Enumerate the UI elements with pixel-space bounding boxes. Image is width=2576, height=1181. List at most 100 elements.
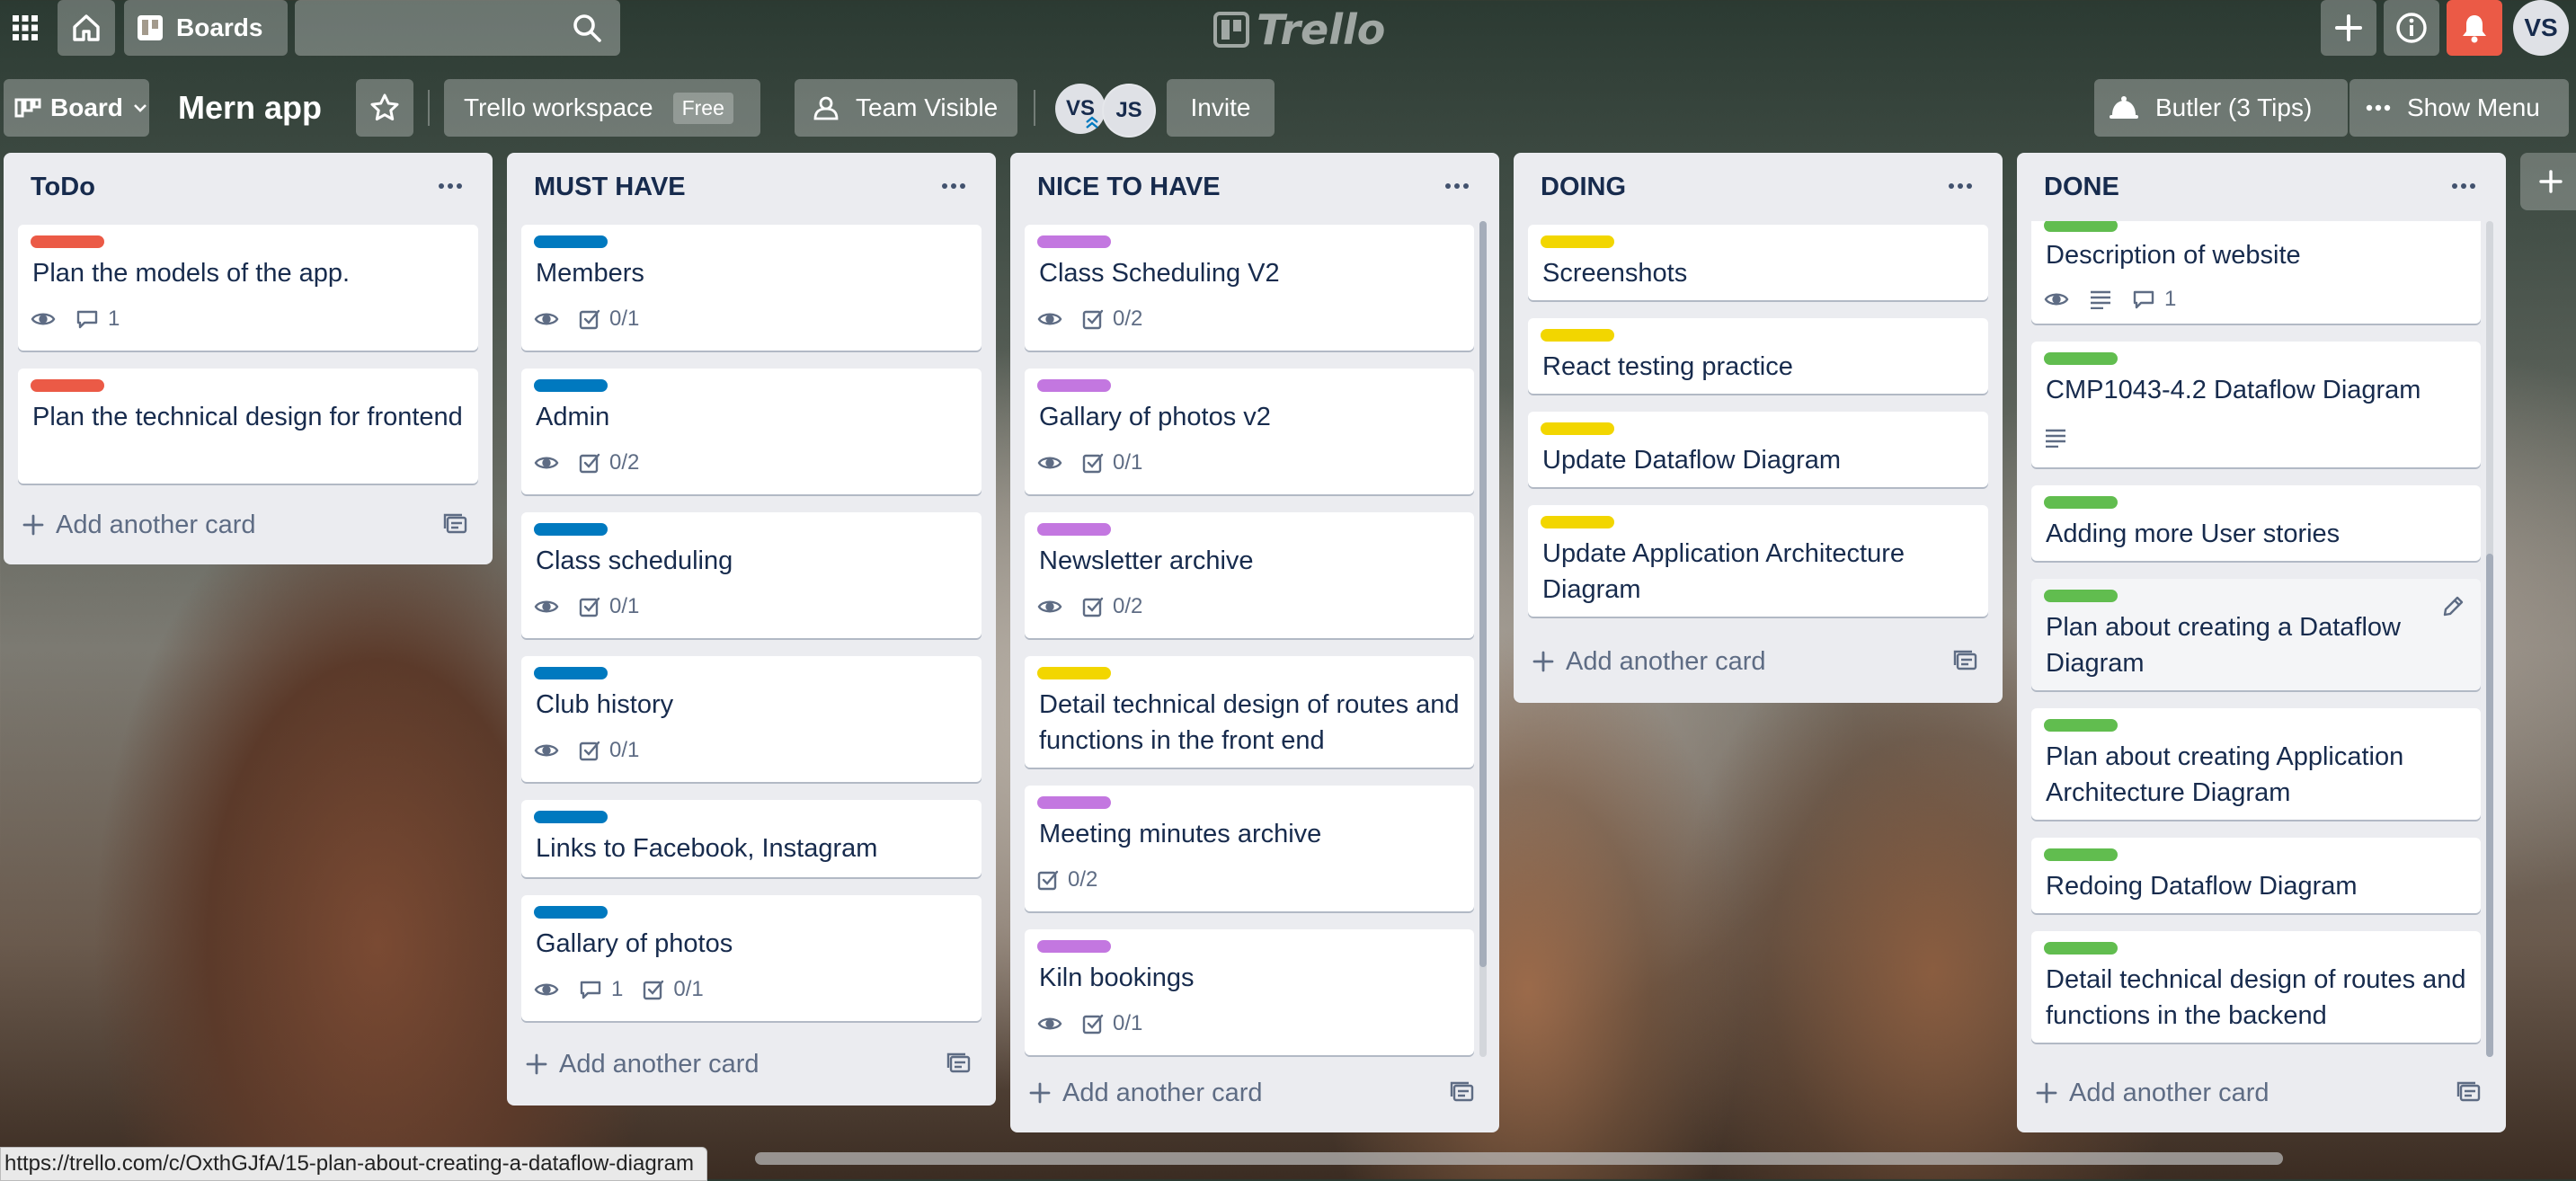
list-scrollbar-thumb[interactable] — [2486, 554, 2493, 1057]
notifications-button[interactable] — [2447, 0, 2502, 56]
list-scrollbar[interactable] — [2486, 221, 2493, 1057]
list-menu-button[interactable] — [940, 173, 976, 200]
list-scrollbar[interactable] — [1479, 221, 1487, 1057]
card[interactable]: Admin 0/2 — [521, 369, 982, 494]
card[interactable]: Detail technical design of routes and fu… — [1025, 656, 1474, 768]
card-label[interactable] — [1037, 940, 1111, 953]
card-template-button[interactable] — [1449, 1079, 1478, 1107]
card-label[interactable] — [31, 235, 104, 248]
search-input[interactable] — [295, 0, 581, 58]
user-avatar[interactable]: VS — [2513, 0, 2569, 56]
add-card-button[interactable]: Add another card — [525, 1041, 759, 1088]
list-menu-button[interactable] — [437, 173, 473, 200]
list-title[interactable]: ToDo — [31, 173, 95, 202]
card-label[interactable] — [2044, 496, 2118, 509]
card-title: Plan the models of the app. — [32, 259, 351, 288]
star-board-button[interactable] — [356, 79, 413, 137]
add-list-button[interactable] — [2520, 153, 2576, 210]
card-label[interactable] — [2044, 848, 2118, 861]
add-card-button[interactable]: Add another card — [1028, 1070, 1262, 1116]
butler-button[interactable]: Butler (3 Tips) — [2094, 79, 2348, 137]
card[interactable]: Adding more User stories — [2031, 485, 2481, 561]
list-title[interactable]: MUST HAVE — [534, 173, 686, 202]
card-label[interactable] — [534, 523, 608, 536]
list-menu-button[interactable] — [1443, 173, 1479, 200]
list-title[interactable]: DONE — [2044, 173, 2119, 202]
boards-button[interactable]: Boards — [124, 0, 288, 56]
card-label[interactable] — [2044, 221, 2118, 232]
show-menu-button[interactable]: Show Menu — [2349, 79, 2569, 137]
board-view-switcher[interactable]: Board — [4, 79, 149, 137]
edit-pencil-icon[interactable] — [2441, 595, 2465, 618]
card-template-button[interactable] — [946, 1050, 974, 1079]
board-title[interactable]: Mern app — [178, 83, 322, 133]
card[interactable]: Class scheduling 0/1 — [521, 512, 982, 638]
apps-grid-button[interactable] — [2, 0, 49, 56]
card-badges: 0/2 — [1037, 865, 1097, 895]
card[interactable]: Members 0/1 — [521, 225, 982, 351]
card-label[interactable] — [2044, 942, 2118, 955]
card[interactable]: Redoing Dataflow Diagram — [2031, 838, 2481, 913]
card[interactable]: React testing practice — [1528, 318, 1988, 394]
card-label[interactable] — [1037, 379, 1111, 392]
card[interactable]: Plan the technical design for frontend — [18, 369, 478, 484]
card-label[interactable] — [534, 811, 608, 823]
card[interactable]: Screenshots — [1528, 225, 1988, 300]
add-card-button[interactable]: Add another card — [1532, 638, 1765, 685]
board-horizontal-scrollbar[interactable] — [755, 1152, 2283, 1165]
card[interactable]: Detail technical design of routes and fu… — [2031, 931, 2481, 1043]
card-label[interactable] — [1541, 422, 1614, 435]
card-label[interactable] — [31, 379, 104, 392]
card[interactable]: Meeting minutes archive 0/2 — [1025, 786, 1474, 911]
list-menu-button[interactable] — [1947, 173, 1983, 200]
watch-eye-icon — [31, 310, 56, 328]
list-title[interactable]: DOING — [1541, 173, 1626, 202]
list-scrollbar-thumb[interactable] — [1479, 221, 1487, 967]
invite-button[interactable]: Invite — [1167, 79, 1275, 137]
visibility-button[interactable]: Team Visible — [795, 79, 1017, 137]
card[interactable]: Links to Facebook, Instagram — [521, 800, 982, 877]
card[interactable]: Newsletter archive 0/2 — [1025, 512, 1474, 638]
card-label[interactable] — [2044, 590, 2118, 602]
card[interactable]: Gallary of photos v2 0/1 — [1025, 369, 1474, 494]
checklist-count: 0/2 — [1068, 867, 1098, 892]
member-avatar-js[interactable]: JS — [1102, 84, 1156, 138]
card[interactable]: Gallary of photos 1 0/1 — [521, 895, 982, 1021]
info-button[interactable] — [2384, 0, 2439, 56]
workspace-button[interactable]: Trello workspace Free — [444, 79, 760, 137]
card-label[interactable] — [1541, 329, 1614, 342]
card-label[interactable] — [1037, 523, 1111, 536]
card[interactable]: Update Application Architecture Diagram — [1528, 505, 1988, 617]
card[interactable]: Description of website 1 — [2031, 221, 2481, 324]
card-label[interactable] — [534, 235, 608, 248]
list-menu-button[interactable] — [2450, 173, 2486, 200]
search-field[interactable] — [295, 0, 620, 58]
trello-logo[interactable]: Trello — [1213, 4, 1385, 56]
card-label[interactable] — [2044, 719, 2118, 732]
card-label[interactable] — [534, 379, 608, 392]
card-label[interactable] — [1541, 235, 1614, 248]
card-label[interactable] — [1037, 796, 1111, 809]
card-label[interactable] — [1037, 667, 1111, 679]
card-template-button[interactable] — [442, 511, 471, 539]
card[interactable]: Update Dataflow Diagram — [1528, 412, 1988, 487]
card-label[interactable] — [1541, 516, 1614, 528]
card-label[interactable] — [534, 667, 608, 679]
home-button[interactable] — [58, 0, 115, 56]
card[interactable]: Plan the models of the app. 1 — [18, 225, 478, 351]
card[interactable]: Club history 0/1 — [521, 656, 982, 782]
card-label[interactable] — [534, 906, 608, 919]
card[interactable]: CMP1043-4.2 Dataflow Diagram — [2031, 342, 2481, 467]
create-button[interactable] — [2321, 0, 2376, 56]
list-title[interactable]: NICE TO HAVE — [1037, 173, 1221, 202]
card-label[interactable] — [2044, 352, 2118, 365]
card-hovered[interactable]: Plan about creating a Dataflow Diagram — [2031, 579, 2481, 690]
add-card-button[interactable]: Add another card — [2035, 1070, 2269, 1116]
add-card-button[interactable]: Add another card — [22, 502, 255, 548]
card-template-button[interactable] — [1952, 647, 1981, 676]
card[interactable]: Kiln bookings 0/1 — [1025, 929, 1474, 1055]
card-label[interactable] — [1037, 235, 1111, 248]
card[interactable]: Class Scheduling V2 0/2 — [1025, 225, 1474, 351]
card-template-button[interactable] — [2456, 1079, 2484, 1107]
card[interactable]: Plan about creating Application Architec… — [2031, 708, 2481, 820]
